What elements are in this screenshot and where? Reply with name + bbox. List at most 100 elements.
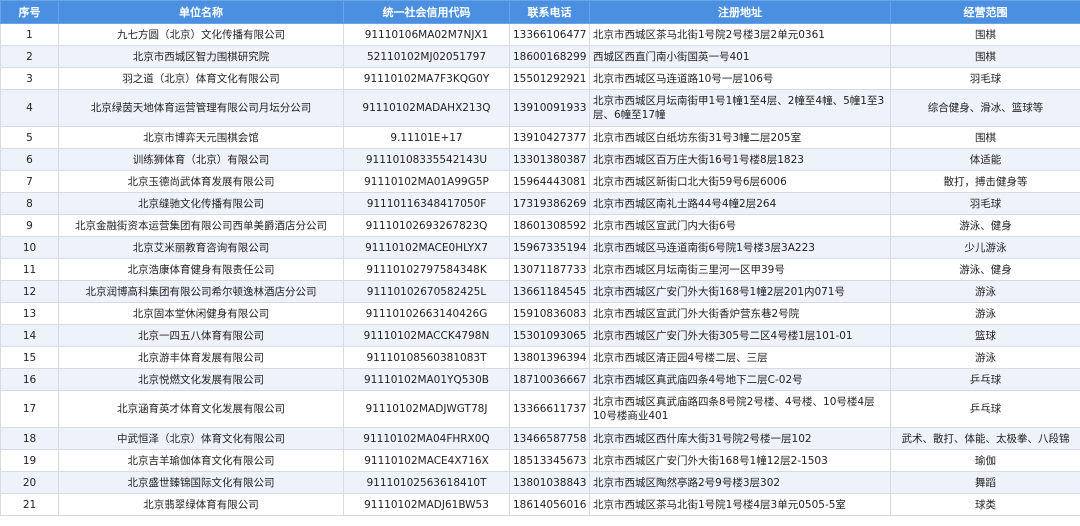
cell-address: 北京市西城区茶马北街1号院2号楼3层2单元0361 (589, 23, 891, 46)
cell-index: 18 (0, 427, 59, 450)
cell-name: 北京翡翠绿体育有限公司 (58, 493, 344, 516)
cell-index: 17 (0, 390, 59, 428)
cell-scope: 体适能 (890, 148, 1080, 171)
cell-index: 10 (0, 236, 59, 259)
cell-phone: 15967335194 (509, 236, 590, 259)
cell-index: 8 (0, 192, 59, 215)
table-row: 9 北京金融街资本运营集团有限公司西单美爵酒店分公司 911101026932678… (0, 214, 1080, 237)
column-header-scope: 经营范围 (890, 0, 1080, 24)
table-row: 20 北京盛世臻锦国际文化有限公司 91110102563618410T 138010… (0, 471, 1080, 494)
table-row: 5 北京市博弈天元围棋会馆 9.11101E+17 13910427377 北京市西城区… (0, 126, 1080, 149)
cell-scope: 武术、散打、体能、太极拳、八段锦 (890, 427, 1080, 450)
table-row: 1 九七方圆（北京）文化传播有限公司 91110106MA02M7NJX1 13366… (0, 23, 1080, 46)
cell-name: 北京绿茵天地体育运营管理有限公司月坛分公司 (58, 89, 344, 127)
table-row: 18 中武恒泽（北京）体育文化有限公司 91110102MA04FHRX0Q 1346… (0, 427, 1080, 450)
cell-address: 北京市西城区南礼士路44号4幢2层264 (589, 192, 891, 215)
cell-name: 北京玉德尚武体育发展有限公司 (58, 170, 344, 193)
cell-phone: 15301093065 (509, 324, 590, 347)
cell-index: 14 (0, 324, 59, 347)
cell-index: 2 (0, 45, 59, 68)
cell-index: 6 (0, 148, 59, 171)
table-row: 6 训练狮体育（北京）有限公司 91110108335542143U 13301380… (0, 148, 1080, 171)
column-header-name: 单位名称 (58, 0, 344, 24)
cell-index: 1 (0, 23, 59, 46)
cell-credit-code: 91110102563618410T (343, 471, 510, 494)
cell-address: 北京市西城区宣武门内大街6号 (589, 214, 891, 237)
cell-scope: 综合健身、滑冰、篮球等 (890, 89, 1080, 127)
cell-credit-code: 91110102MACE0HLYX7 (343, 236, 510, 259)
cell-name: 北京浩康体育健身有限责任公司 (58, 258, 344, 281)
cell-name: 北京金融街资本运营集团有限公司西单美爵酒店分公司 (58, 214, 344, 237)
table-row: 3 羽之道（北京）体育文化有限公司 91110102MA7F3KQG0Y 155012… (0, 67, 1080, 90)
cell-credit-code: 91110102MA01YQ530B (343, 368, 510, 391)
cell-address: 北京市西城区广安门外大街305号二区4号楼1层101-01 (589, 324, 891, 347)
cell-credit-code: 91110102MADAHX213Q (343, 89, 510, 127)
cell-index: 11 (0, 258, 59, 281)
cell-name: 北京固本堂休闲健身有限公司 (58, 302, 344, 325)
cell-scope: 围棋 (890, 126, 1080, 149)
cell-scope: 游泳 (890, 302, 1080, 325)
header-row: 序号 单位名称 统一社会信用代码 联系电话 注册地址 经营范围 (0, 0, 1080, 24)
cell-phone: 18710036667 (509, 368, 590, 391)
cell-address: 北京市西城区宣武门外大街香炉营东巷2号院 (589, 302, 891, 325)
cell-scope: 舞蹈 (890, 471, 1080, 494)
table-row: 19 北京吉羊瑜伽体育文化有限公司 91110102MACE4X716X 185133… (0, 449, 1080, 472)
cell-address: 北京市西城区广安门外大街168号1幢12层2-1503 (589, 449, 891, 472)
cell-address: 北京市西城区广安门外大街168号1幢2层201内071号 (589, 280, 891, 303)
table-row: 7 北京玉德尚武体育发展有限公司 91110102MA01A99G5P 1596444… (0, 170, 1080, 193)
table-row: 15 北京游丰体育发展有限公司 91110108560381083T 13801396… (0, 346, 1080, 369)
cell-name: 训练狮体育（北京）有限公司 (58, 148, 344, 171)
table-row: 16 北京悦燃文化发展有限公司 91110102MA01YQ530B 18710036… (0, 368, 1080, 391)
cell-credit-code: 91110102MA7F3KQG0Y (343, 67, 510, 90)
table-row: 12 北京润博高科集团有限公司希尔顿逸林酒店分公司 9111010267058242… (0, 280, 1080, 303)
cell-address: 西城区西直门南小街国英一号401 (589, 45, 891, 68)
cell-phone: 13466587758 (509, 427, 590, 450)
table-row: 2 北京市西城区智力围棋研究院 52110102MJ02051797 18600168… (0, 45, 1080, 68)
cell-index: 7 (0, 170, 59, 193)
cell-address: 北京市西城区清正园4号楼二层、三层 (589, 346, 891, 369)
cell-phone: 13071187733 (509, 258, 590, 281)
cell-credit-code: 91110102MA04FHRX0Q (343, 427, 510, 450)
cell-index: 4 (0, 89, 59, 127)
column-header-credit-code: 统一社会信用代码 (343, 0, 510, 24)
cell-credit-code: 91110102MADJWGT78J (343, 390, 510, 428)
column-header-address: 注册地址 (589, 0, 891, 24)
table-row: 8 北京缝驰文化传播有限公司 91110116348417050F 173193862… (0, 192, 1080, 215)
cell-phone: 13910427377 (509, 126, 590, 149)
cell-index: 16 (0, 368, 59, 391)
cell-address: 北京市西城区马连道路10号一层106号 (589, 67, 891, 90)
cell-index: 13 (0, 302, 59, 325)
cell-scope: 羽毛球 (890, 192, 1080, 215)
cell-address: 北京市西城区真武庙四条4号地下二层C-02号 (589, 368, 891, 391)
cell-credit-code: 52110102MJ02051797 (343, 45, 510, 68)
cell-index: 20 (0, 471, 59, 494)
cell-scope: 少儿游泳 (890, 236, 1080, 259)
cell-credit-code: 91110116348417050F (343, 192, 510, 215)
cell-index: 9 (0, 214, 59, 237)
cell-phone: 13301380387 (509, 148, 590, 171)
cell-name: 北京一四五八体育有限公司 (58, 324, 344, 347)
cell-scope: 游泳 (890, 346, 1080, 369)
cell-address: 北京市西城区茶马北街1号院1号楼4层3单元0505-5室 (589, 493, 891, 516)
cell-address: 北京市西城区西什库大街31号院2号楼一层102 (589, 427, 891, 450)
cell-name: 北京悦燃文化发展有限公司 (58, 368, 344, 391)
cell-index: 15 (0, 346, 59, 369)
cell-scope: 游泳、健身 (890, 258, 1080, 281)
cell-name: 北京盛世臻锦国际文化有限公司 (58, 471, 344, 494)
table-row: 14 北京一四五八体育有限公司 91110102MACCK4798N 15301093… (0, 324, 1080, 347)
cell-address: 北京市西城区月坛南街甲1号1幢1至4层、2幢至4幢、5幢1至3层、6幢至17幢 (589, 89, 891, 127)
column-header-index: 序号 (0, 0, 59, 24)
cell-phone: 13366106477 (509, 23, 590, 46)
cell-index: 19 (0, 449, 59, 472)
cell-credit-code: 91110102MA01A99G5P (343, 170, 510, 193)
cell-credit-code: 91110102663140426G (343, 302, 510, 325)
table-row: 4 北京绿茵天地体育运营管理有限公司月坛分公司 91110102MADAHX213Q… (0, 89, 1080, 127)
cell-credit-code: 91110108335542143U (343, 148, 510, 171)
cell-scope: 乒乓球 (890, 368, 1080, 391)
table-row: 10 北京艾米丽教育咨询有限公司 91110102MACE0HLYX7 1596733… (0, 236, 1080, 259)
cell-phone: 15501292921 (509, 67, 590, 90)
cell-name: 九七方圆（北京）文化传播有限公司 (58, 23, 344, 46)
cell-phone: 18601308592 (509, 214, 590, 237)
cell-name: 北京涵育英才体育文化发展有限公司 (58, 390, 344, 428)
cell-name: 北京缝驰文化传播有限公司 (58, 192, 344, 215)
